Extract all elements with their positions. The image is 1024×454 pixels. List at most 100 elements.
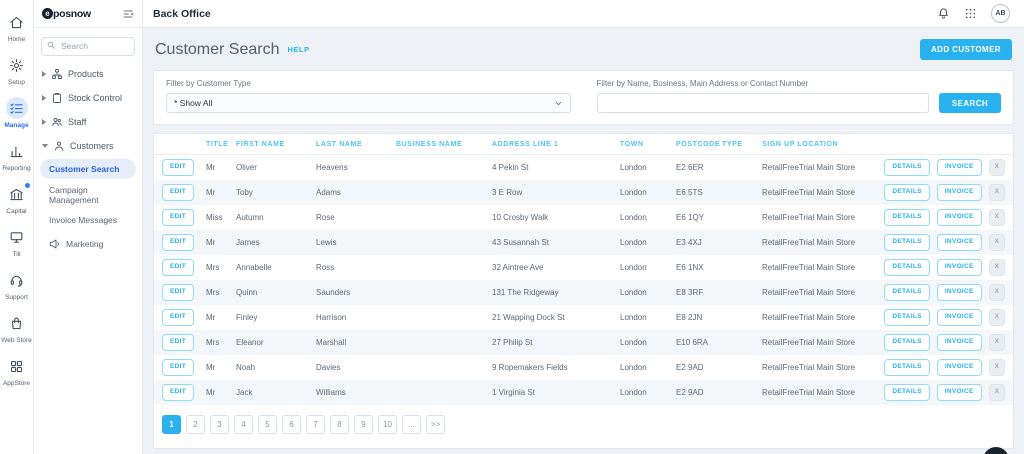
sidebar-item-customers[interactable]: Customers: [34, 134, 142, 158]
customer-type-selected-value: * Show All: [174, 98, 212, 108]
rail-item-manage[interactable]: Manage: [0, 93, 33, 136]
remove-button[interactable]: X: [989, 334, 1005, 351]
remove-button[interactable]: X: [989, 309, 1005, 326]
invoice-button[interactable]: INVOICE: [937, 184, 982, 201]
pagination-page-7[interactable]: 7: [306, 415, 325, 434]
invoice-button[interactable]: INVOICE: [937, 309, 982, 326]
details-button[interactable]: DETAILS: [884, 259, 929, 276]
rail-item-web-store[interactable]: Web Store: [0, 308, 33, 351]
remove-button[interactable]: X: [989, 359, 1005, 376]
table-row: EDITMrsAnnabelleRoss32 Aintree AveLondon…: [154, 255, 1013, 280]
avatar[interactable]: AB: [991, 4, 1010, 23]
edit-button[interactable]: EDIT: [162, 334, 194, 351]
content: Customer Search HELP ADD CUSTOMER Filter…: [143, 28, 1024, 454]
pagination-next-button[interactable]: >>: [426, 415, 445, 434]
rail-item-till[interactable]: Till: [0, 222, 33, 265]
pagination-ellipsis-button[interactable]: ...: [402, 415, 421, 434]
icon-rail: Home Setup Manage Reporting Capital Till…: [0, 0, 34, 454]
edit-button[interactable]: EDIT: [162, 209, 194, 226]
sidebar-item-customer-search[interactable]: Customer Search: [40, 159, 136, 179]
pagination-page-9[interactable]: 9: [354, 415, 373, 434]
grid-squares-icon: [6, 355, 28, 377]
notifications-bell-icon[interactable]: [937, 7, 950, 20]
remove-button[interactable]: X: [989, 259, 1005, 276]
rail-item-appstore[interactable]: AppStore: [0, 351, 33, 394]
edit-button[interactable]: EDIT: [162, 159, 194, 176]
apps-grid-icon[interactable]: [964, 7, 977, 20]
remove-button[interactable]: X: [989, 209, 1005, 226]
pagination-page-3[interactable]: 3: [210, 415, 229, 434]
cell-postcode: E2 9AD: [676, 363, 722, 372]
invoice-button[interactable]: INVOICE: [937, 359, 982, 376]
rail-item-support[interactable]: Support: [0, 265, 33, 308]
chevron-right-icon: [42, 71, 46, 77]
invoice-button[interactable]: INVOICE: [937, 384, 982, 401]
pagination-page-10[interactable]: 10: [378, 415, 397, 434]
cell-title: Mr: [206, 238, 236, 247]
remove-button[interactable]: X: [989, 234, 1005, 251]
invoice-button[interactable]: INVOICE: [937, 159, 982, 176]
rail-item-setup[interactable]: Setup: [0, 50, 33, 93]
help-link[interactable]: HELP: [288, 45, 310, 54]
sidebar-item-products[interactable]: Products: [34, 62, 142, 86]
sidebar-item-marketing[interactable]: Marketing: [34, 230, 142, 255]
sidebar-item-campaign-management[interactable]: Campaign Management: [34, 180, 142, 210]
collapse-sidebar-icon[interactable]: [122, 8, 134, 20]
details-button[interactable]: DETAILS: [884, 184, 929, 201]
edit-button[interactable]: EDIT: [162, 384, 194, 401]
remove-button[interactable]: X: [989, 159, 1005, 176]
details-button[interactable]: DETAILS: [884, 309, 929, 326]
logo-mark: e: [42, 8, 53, 19]
cell-address-line-1: 21 Wapping Dock St: [492, 313, 620, 322]
details-button[interactable]: DETAILS: [884, 159, 929, 176]
remove-button[interactable]: X: [989, 384, 1005, 401]
details-button[interactable]: DETAILS: [884, 209, 929, 226]
sidebar-item-stock-control[interactable]: Stock Control: [34, 86, 142, 110]
rail-item-home[interactable]: Home: [0, 7, 33, 50]
remove-button[interactable]: X: [989, 184, 1005, 201]
pagination-page-4[interactable]: 4: [234, 415, 253, 434]
edit-button[interactable]: EDIT: [162, 284, 194, 301]
table-row: EDITMrsEleanorMarshall27 Philip StLondon…: [154, 330, 1013, 355]
cell-town: London: [620, 238, 676, 247]
cell-title: Mr: [206, 363, 236, 372]
details-button[interactable]: DETAILS: [884, 384, 929, 401]
edit-button[interactable]: EDIT: [162, 309, 194, 326]
details-button[interactable]: DETAILS: [884, 359, 929, 376]
cell-first-name: Noah: [236, 363, 316, 372]
cell-postcode: E6 1NX: [676, 263, 722, 272]
edit-button[interactable]: EDIT: [162, 359, 194, 376]
add-customer-button[interactable]: ADD CUSTOMER: [920, 39, 1012, 60]
details-button[interactable]: DETAILS: [884, 234, 929, 251]
search-button[interactable]: SEARCH: [939, 93, 1001, 113]
invoice-button[interactable]: INVOICE: [937, 259, 982, 276]
pagination-page-2[interactable]: 2: [186, 415, 205, 434]
sidebar-item-staff[interactable]: Staff: [34, 110, 142, 134]
cell-edit: EDIT: [162, 259, 206, 276]
edit-button[interactable]: EDIT: [162, 234, 194, 251]
invoice-button[interactable]: INVOICE: [937, 284, 982, 301]
edit-button[interactable]: EDIT: [162, 184, 194, 201]
rail-item-capital[interactable]: Capital: [0, 179, 33, 222]
pagination-page-8[interactable]: 8: [330, 415, 349, 434]
edit-button[interactable]: EDIT: [162, 259, 194, 276]
rail-item-label: Capital: [6, 208, 26, 215]
page-header: Customer Search HELP ADD CUSTOMER: [155, 39, 1012, 60]
cell-first-name: Annabelle: [236, 263, 316, 272]
customer-filter-input[interactable]: [597, 93, 930, 113]
pagination-page-1[interactable]: 1: [162, 415, 181, 434]
rail-item-reporting[interactable]: Reporting: [0, 136, 33, 179]
details-button[interactable]: DETAILS: [884, 284, 929, 301]
details-button[interactable]: DETAILS: [884, 334, 929, 351]
cell-title: Mr: [206, 163, 236, 172]
cell-title: Mr: [206, 188, 236, 197]
invoice-button[interactable]: INVOICE: [937, 334, 982, 351]
invoice-button[interactable]: INVOICE: [937, 234, 982, 251]
remove-button[interactable]: X: [989, 284, 1005, 301]
pagination-page-6[interactable]: 6: [282, 415, 301, 434]
cell-last-name: Heavens: [316, 163, 396, 172]
sidebar-item-invoice-messages[interactable]: Invoice Messages: [34, 210, 142, 230]
pagination-page-5[interactable]: 5: [258, 415, 277, 434]
customer-type-select[interactable]: * Show All: [166, 93, 571, 113]
invoice-button[interactable]: INVOICE: [937, 209, 982, 226]
